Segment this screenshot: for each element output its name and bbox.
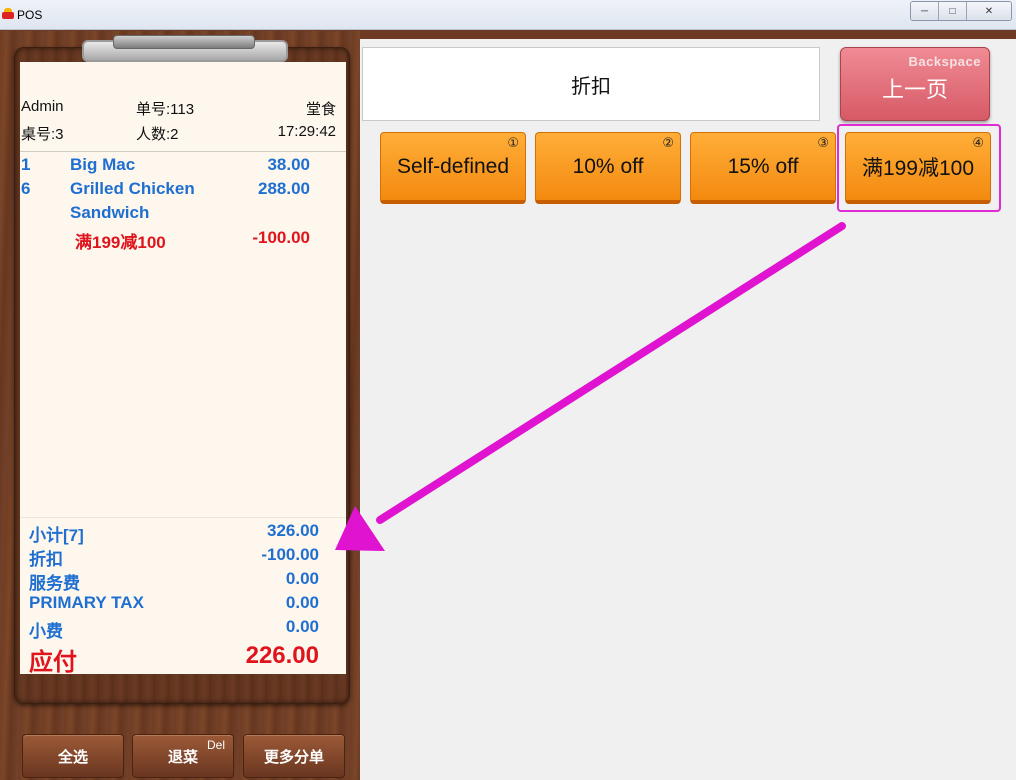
tip-label: 小费: [29, 622, 63, 641]
discount-label-3: 15% off: [727, 154, 799, 178]
item-qty-2[interactable]: 6: [21, 179, 30, 199]
table-number: 桌号:3: [21, 126, 64, 143]
subtotal-value: 326.00: [267, 521, 319, 540]
user-name: Admin: [21, 98, 64, 115]
discount-index-1: ①: [507, 135, 519, 150]
discount-label: 折扣: [29, 550, 63, 569]
more-split-label: 更多分单: [263, 748, 324, 766]
subtotal-label: 小计[7]: [29, 526, 84, 545]
receipt-header: Admin 单号:113 堂食 桌号:3 人数:2 17:29:42: [20, 62, 346, 152]
selected-discount-highlight: [837, 124, 1001, 212]
amount-due-value: 226.00: [245, 642, 319, 669]
window-controls: ─ □ ✕: [910, 1, 1012, 21]
discount-label-2: 10% off: [572, 154, 644, 178]
minimize-icon[interactable]: ─: [911, 2, 939, 20]
return-dish-button[interactable]: Del 退菜: [132, 734, 234, 778]
order-receipt: Admin 单号:113 堂食 桌号:3 人数:2 17:29:42 1 Big…: [20, 62, 346, 676]
previous-page-button[interactable]: Backspace 上一页: [840, 47, 990, 121]
discount-self-defined-button[interactable]: ① Self-defined: [380, 132, 526, 204]
panel-title: 折扣: [362, 47, 820, 121]
discount-15-off-button[interactable]: ③ 15% off: [690, 132, 836, 204]
previous-page-label: 上一页: [881, 77, 948, 102]
discount-value: -100.00: [261, 545, 319, 564]
item-name-1[interactable]: Big Mac: [70, 155, 135, 175]
title-bar: POS ─ □ ✕: [0, 0, 1016, 30]
app-logo-icon: [2, 8, 14, 20]
tip-value: 0.00: [285, 617, 319, 636]
select-all-button[interactable]: 全选: [22, 734, 124, 778]
discount-index-2: ②: [662, 135, 674, 150]
service-fee-value: 0.00: [285, 569, 319, 588]
backspace-shortcut: Backspace: [908, 54, 981, 69]
order-number: 单号:113: [136, 101, 195, 118]
select-all-label: 全选: [57, 748, 88, 766]
discount-line-name[interactable]: 满199减100: [75, 228, 166, 253]
discount-index-3: ③: [817, 135, 829, 150]
tax-label: PRIMARY TAX: [29, 593, 144, 612]
discount-label-1: Self-defined: [396, 154, 510, 178]
discount-line-amount[interactable]: -100.00: [252, 228, 310, 248]
order-time: 17:29:42: [277, 123, 336, 140]
item-name-2-cont[interactable]: Sandwich: [70, 203, 149, 223]
more-split-button[interactable]: 更多分单: [243, 734, 345, 778]
item-price-2[interactable]: 288.00: [258, 179, 310, 199]
item-name-2[interactable]: Grilled Chicken: [70, 179, 195, 199]
item-qty-1[interactable]: 1: [21, 155, 30, 175]
close-icon[interactable]: ✕: [967, 2, 1011, 20]
return-dish-shortcut: Del: [206, 738, 225, 752]
amount-due-label: 应付: [29, 649, 77, 676]
item-price-1[interactable]: 38.00: [267, 155, 310, 175]
tax-value: 0.00: [285, 593, 319, 612]
return-dish-label: 退菜: [167, 748, 198, 766]
clipboard-clip-top: [113, 35, 255, 49]
guest-count: 人数:2: [136, 126, 179, 143]
receipt-totals: 小计[7] 326.00 折扣 -100.00 服务费 0.00 PRIMARY…: [20, 517, 346, 676]
service-fee-label: 服务费: [29, 574, 80, 593]
discount-10-off-button[interactable]: ② 10% off: [535, 132, 681, 204]
maximize-icon[interactable]: □: [939, 2, 967, 20]
dining-mode: 堂食: [305, 101, 336, 118]
window-title: POS: [17, 8, 43, 22]
